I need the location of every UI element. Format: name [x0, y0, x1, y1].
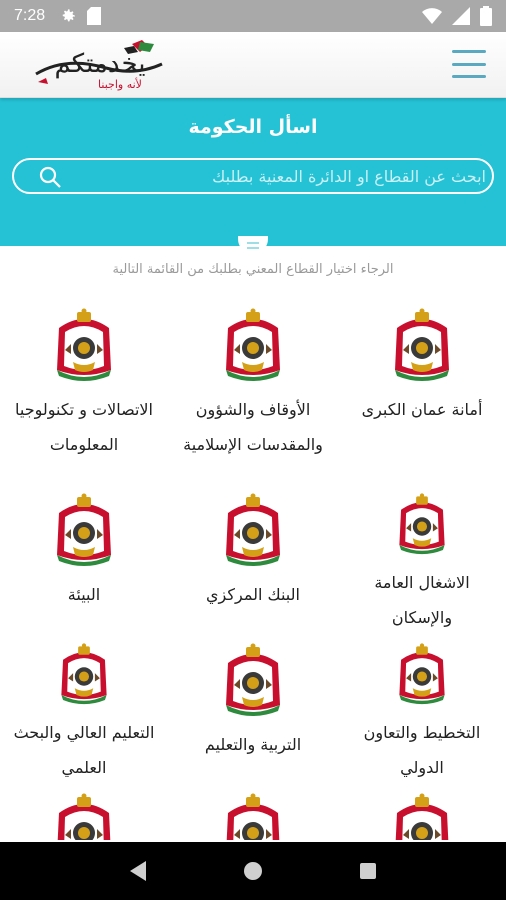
search-box[interactable]	[12, 158, 494, 194]
sector-item[interactable]: التعليم العالي والبحث العلمي	[0, 635, 168, 785]
sector-item[interactable]: الأوقاف والشؤون والمقدسات الإسلامية	[169, 300, 337, 485]
sector-label: البنك المركزي	[206, 585, 300, 604]
battery-icon	[480, 6, 492, 26]
sector-label: التربية والتعليم	[204, 735, 302, 754]
sector-label: البيئة	[67, 585, 101, 604]
wifi-icon	[422, 8, 442, 24]
app-screen: 7:28 يخدمتكم لأنه واجبنا اسأل الحكومة اب…	[0, 0, 506, 900]
logo-subtext: لأنه واجبنا	[98, 77, 142, 91]
jordan-coat-of-arms-icon	[395, 308, 449, 381]
hamburger-menu-icon[interactable]	[452, 50, 486, 78]
sector-item[interactable]: الاتصالات و تكنولوجيا المعلومات	[0, 300, 168, 485]
sector-label: التخطيط والتعاون الدولي	[363, 723, 481, 777]
search-icon[interactable]	[38, 165, 62, 189]
home-icon[interactable]	[233, 851, 273, 891]
instruction-text: الرجاء اختيار القطاع المعني بطلبك من الق…	[112, 262, 394, 277]
sector-item[interactable]: الاشغال العامة والإسكان	[338, 485, 506, 635]
pull-tab-handle[interactable]	[238, 236, 268, 254]
search-input[interactable]	[74, 160, 486, 192]
app-logo[interactable]: يخدمتكم لأنه واجبنا	[28, 38, 170, 92]
sector-label: الاتصالات و تكنولوجيا المعلومات	[15, 400, 153, 454]
jordan-coat-of-arms-icon	[57, 793, 111, 840]
status-time: 7:28	[14, 7, 46, 24]
back-icon[interactable]	[118, 851, 158, 891]
jordan-coat-of-arms-icon	[226, 493, 280, 566]
sector-label: الأوقاف والشؤون والمقدسات الإسلامية	[183, 400, 323, 454]
jordan-coat-of-arms-icon	[226, 793, 280, 840]
system-nav-bar	[0, 842, 506, 900]
sector-item[interactable]: البيئة	[0, 485, 168, 635]
settings-gear-icon	[62, 9, 75, 22]
jordan-coat-of-arms-icon	[399, 493, 445, 555]
logo-text: يخدمتكم	[54, 49, 145, 79]
sector-label: التعليم العالي والبحث العلمي	[13, 723, 155, 777]
jordan-coat-of-arms-icon	[399, 643, 445, 705]
jordan-coat-of-arms-icon	[57, 493, 111, 566]
jordan-coat-of-arms-icon	[226, 643, 280, 716]
sector-label: الاشغال العامة والإسكان	[374, 573, 470, 627]
sector-item[interactable]: البنك المركزي	[169, 485, 337, 635]
recents-icon[interactable]	[348, 851, 388, 891]
sector-item[interactable]: أمانة عمان الكبرى	[338, 300, 506, 485]
jordan-coat-of-arms-icon	[61, 643, 107, 705]
page-title: اسأل الحكومة	[188, 116, 318, 138]
sector-label: أمانة عمان الكبرى	[361, 400, 483, 419]
search-section: اسأل الحكومة	[0, 98, 506, 246]
sector-item[interactable]: التخطيط والتعاون الدولي	[338, 635, 506, 785]
signal-icon	[452, 7, 470, 25]
app-header: يخدمتكم لأنه واجبنا	[0, 32, 506, 98]
sector-item[interactable]: التربية والتعليم	[169, 635, 337, 785]
sector-grid: أمانة عمان الكبرى الأوقاف والشؤون والمقد…	[0, 300, 506, 840]
jordan-coat-of-arms-icon	[57, 308, 111, 381]
sector-item[interactable]	[0, 785, 168, 840]
jordan-coat-of-arms-icon	[226, 308, 280, 381]
status-bar: 7:28	[0, 0, 506, 32]
jordan-coat-of-arms-icon	[395, 793, 449, 840]
sd-card-icon	[87, 7, 102, 25]
sector-item[interactable]	[169, 785, 337, 840]
sector-item[interactable]	[338, 785, 506, 840]
